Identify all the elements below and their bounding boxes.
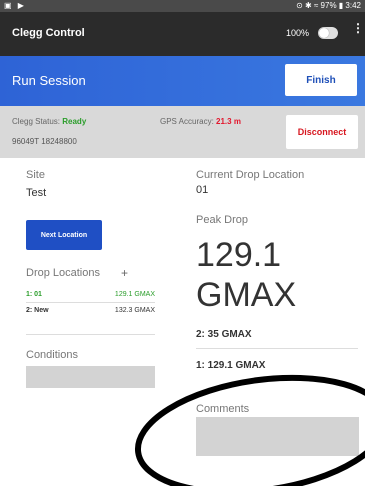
system-status-bar: ▣ ▶ ⊙ ✱ ≈ 97% ▮ 3:42 [0,0,365,12]
conditions-field[interactable] [26,366,155,388]
drop-location-id: 2: New [26,307,49,314]
conditions-label: Conditions [26,349,78,361]
overflow-menu-icon[interactable]: ⋮ [352,22,364,34]
drop-reading: 1: 129.1 GMAX [196,360,266,371]
gps-accuracy-label: GPS Accuracy: [160,117,217,126]
peak-drop-unit: GMAX [196,276,297,314]
battery-percent: 100% [286,28,310,38]
peak-drop-value: 129.1 [196,236,282,274]
app-title: Clegg Control [12,27,85,39]
current-drop-location-value: 01 [196,184,209,196]
device-toggle[interactable] [318,27,338,39]
finish-button[interactable]: Finish [285,64,357,96]
clegg-status-value: Ready [62,117,87,126]
drop-location-value: 129.1 GMAX [114,291,155,298]
divider [196,348,358,349]
system-status-text: ⊙ ✱ ≈ 97% ▮ 3:42 [296,1,361,10]
device-serial: 96049T 18248800 [12,137,77,146]
current-drop-location-label: Current Drop Location [196,169,305,181]
page-title: Run Session [12,73,86,88]
app-bar: Clegg Control 100% ⋮ [0,12,365,56]
comments-label: Comments [196,403,250,415]
drop-reading: 2: 35 GMAX [196,329,252,340]
device-status-row: Clegg Status: Ready 96049T 18248800 GPS … [0,106,365,158]
drop-location-id: 1: 01 [26,291,42,298]
add-location-button[interactable]: + [121,266,128,280]
drop-locations-label: Drop Locations [26,267,100,279]
toggle-knob [319,28,329,38]
divider [26,302,155,303]
peak-drop-label: Peak Drop [196,214,248,226]
gps-accuracy-value: 21.3 m [216,117,241,126]
clegg-status: Clegg Status: Ready [12,117,86,126]
comments-field[interactable] [196,417,359,456]
next-location-button[interactable]: Next Location [26,220,102,250]
disconnect-button[interactable]: Disconnect [286,115,358,149]
clegg-status-label: Clegg Status: [12,117,63,126]
site-value: Test [26,187,47,199]
drop-location-value: 132.3 GMAX [114,307,155,314]
notification-icons: ▣ ▶ [4,1,26,10]
session-header: Run Session Finish [0,56,365,106]
site-label: Site [26,169,45,181]
divider [26,334,155,335]
gps-accuracy: GPS Accuracy: 21.3 m [160,117,241,126]
